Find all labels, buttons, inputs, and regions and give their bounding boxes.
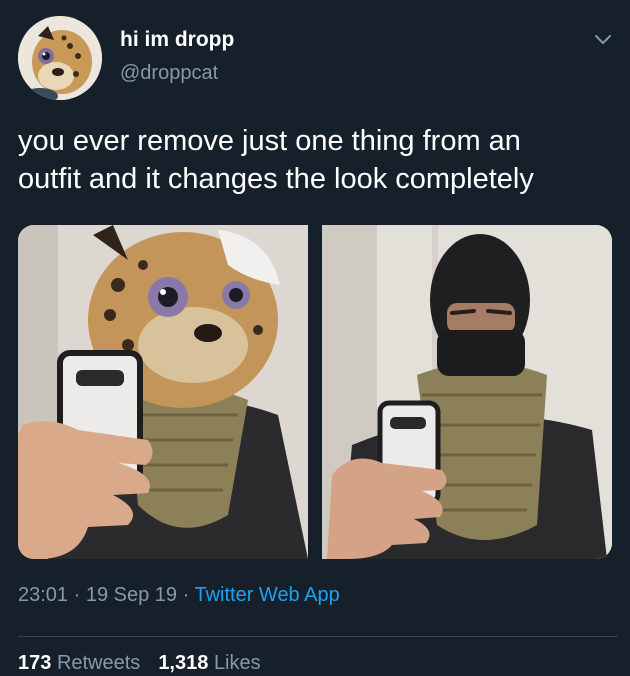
meta-separator: · [177, 584, 195, 606]
likes-stat[interactable]: 1,318 Likes [158, 652, 260, 674]
retweets-stat[interactable]: 173 Retweets [18, 652, 140, 674]
meta-separator: · [68, 584, 86, 606]
display-name[interactable]: hi im dropp [120, 28, 234, 52]
tweet-time[interactable]: 23:01 [18, 584, 68, 606]
tweet-stats: 173 Retweets 1,318 Likes [18, 652, 279, 675]
retweets-label: Retweets [56, 652, 141, 674]
chevron-down-icon[interactable] [592, 28, 614, 50]
tweet-date[interactable]: 19 Sep 19 [86, 584, 177, 606]
likes-count: 1,318 [158, 652, 209, 674]
tweet-metadata: 23:01 · 19 Sep 19 · Twitter Web App [18, 584, 340, 607]
tweet: hi im dropp @droppcat you ever remove ju… [0, 0, 630, 676]
avatar[interactable] [18, 16, 102, 100]
divider [18, 636, 618, 637]
user-handle[interactable]: @droppcat [120, 62, 218, 85]
tweet-source-link[interactable]: Twitter Web App [194, 584, 339, 606]
photo-left[interactable] [18, 225, 308, 559]
photo-right[interactable] [322, 225, 612, 559]
tweet-text: you ever remove just one thing from an o… [18, 125, 534, 195]
cheetah-avatar-icon [18, 16, 102, 100]
retweets-count: 173 [18, 652, 52, 674]
likes-label: Likes [213, 652, 261, 674]
